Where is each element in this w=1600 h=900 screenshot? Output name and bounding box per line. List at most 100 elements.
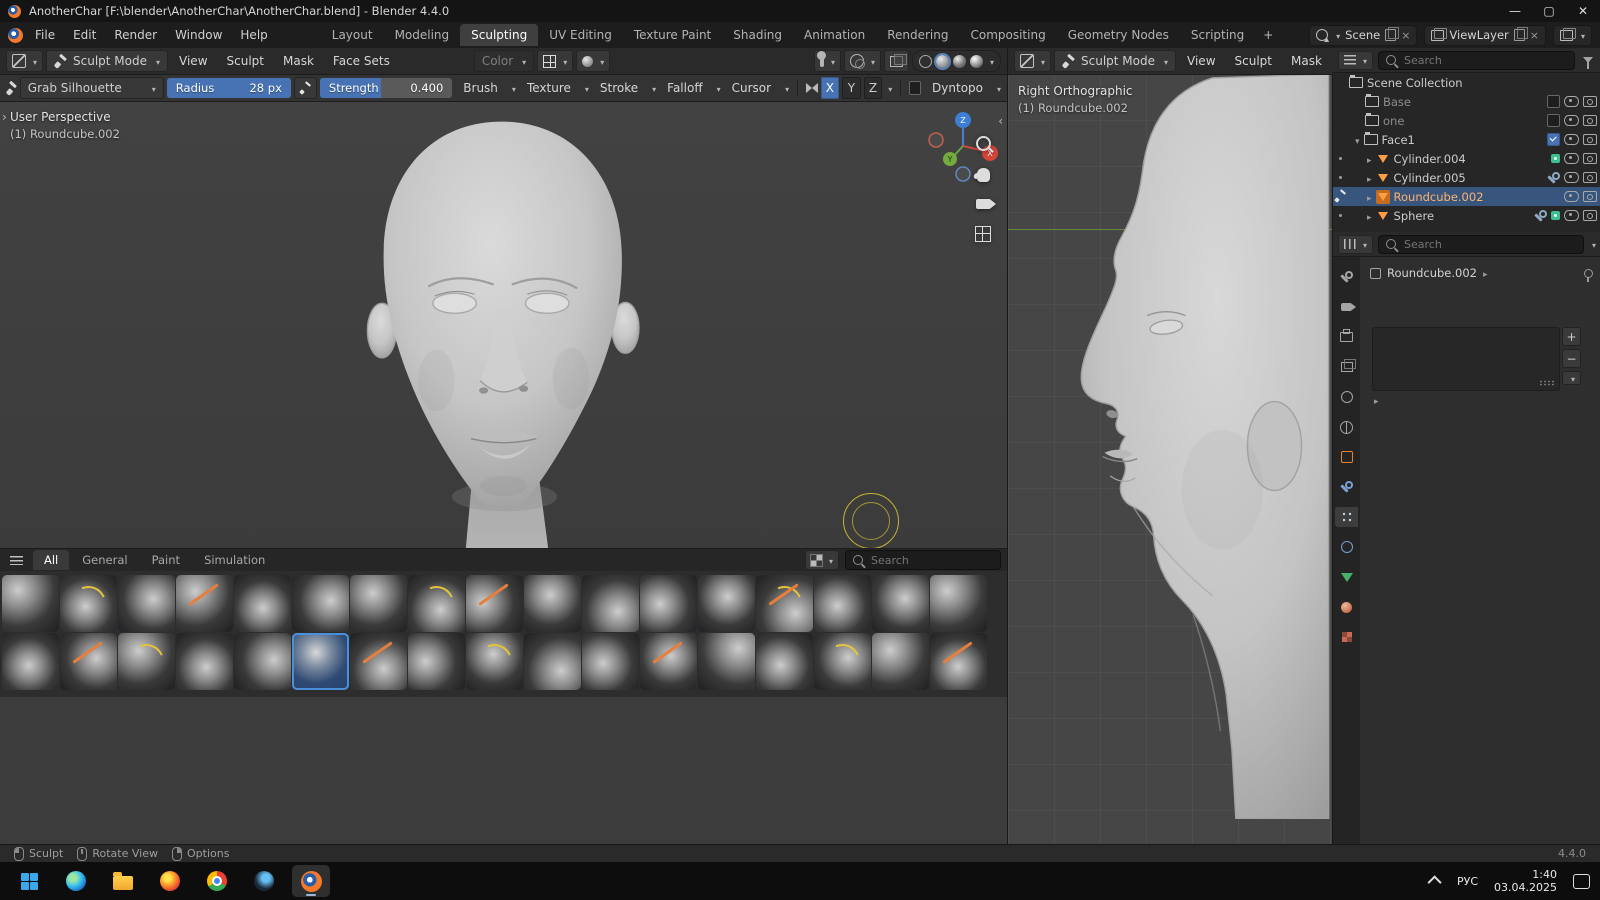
taskbar-firefox[interactable] (151, 865, 189, 897)
taskbar-edge[interactable] (57, 865, 95, 897)
close-button[interactable]: ✕ (1566, 0, 1600, 22)
menu-file[interactable]: File (26, 25, 64, 45)
brush-thumbnail[interactable] (930, 575, 987, 632)
chevron-down-icon[interactable] (1589, 237, 1596, 251)
viewport2-canvas[interactable]: Right Orthographic (1) Roundcube.002 (1008, 74, 1333, 845)
brush-thumbnail[interactable] (582, 633, 639, 690)
brush-thumbnail[interactable] (292, 575, 349, 632)
editor-type-button[interactable] (1338, 235, 1373, 254)
chevron-down-icon[interactable] (885, 81, 892, 95)
radius-slider[interactable]: Radius 28 px (167, 78, 291, 98)
workspace-tab-scripting[interactable]: Scripting (1180, 24, 1255, 46)
menu-mask[interactable]: Mask (275, 51, 322, 71)
sphere-display-button[interactable] (576, 50, 610, 72)
taskbar-explorer[interactable] (104, 865, 142, 897)
brush-thumbnail[interactable] (814, 575, 871, 632)
workspace-tab-sculpting[interactable]: Sculpting (460, 24, 538, 46)
active-brush-icon[interactable] (6, 82, 17, 95)
add-workspace-button[interactable]: + (1255, 26, 1281, 44)
brush-thumbnail[interactable] (756, 575, 813, 632)
brush-thumbnail[interactable] (524, 633, 581, 690)
tab-material[interactable] (1335, 597, 1358, 617)
remove-item-button[interactable]: − (1562, 349, 1581, 368)
wireframe-shading-icon[interactable] (919, 55, 932, 68)
brush-thumbnail[interactable] (2, 633, 59, 690)
rendered-shading-icon[interactable] (970, 55, 983, 68)
exclude-checkbox[interactable] (1547, 114, 1560, 127)
chevron-down-icon[interactable] (987, 54, 994, 68)
properties-search[interactable] (1378, 235, 1584, 254)
disable-render-icon[interactable] (1583, 134, 1597, 145)
brush-thumbnail[interactable] (756, 633, 813, 690)
particle-list-box[interactable] (1372, 327, 1560, 391)
editor-type-button[interactable] (6, 50, 43, 72)
hide-eye-icon[interactable] (1564, 153, 1579, 164)
menu-sculpt[interactable]: Sculpt (219, 51, 272, 71)
strength-slider[interactable]: Strength 0.400 (320, 78, 452, 98)
brush-thumbnail[interactable] (698, 575, 755, 632)
mode-selector[interactable]: Sculpt Mode (46, 50, 168, 72)
chevron-down-icon[interactable] (582, 81, 589, 95)
maximize-button[interactable]: ▢ (1532, 0, 1566, 22)
taskbar-clock[interactable]: 1:40 03.04.2025 (1494, 868, 1557, 894)
unlink-scene-icon[interactable]: × (1401, 29, 1410, 42)
shelf-tab-general[interactable]: General (71, 550, 138, 570)
menu-view[interactable]: View (171, 51, 215, 71)
color-attribute-selector[interactable]: Color (474, 50, 534, 72)
tab-texture[interactable] (1335, 627, 1358, 647)
expand-icon[interactable] (1355, 133, 1360, 147)
tab-particles[interactable] (1335, 507, 1358, 527)
tab-render[interactable] (1335, 297, 1358, 317)
disable-render-icon[interactable] (1583, 172, 1597, 183)
workspace-tab-modeling[interactable]: Modeling (384, 24, 461, 46)
pan-hand-icon[interactable] (977, 168, 990, 182)
outliner-row-one[interactable]: one (1333, 111, 1600, 130)
tab-world[interactable] (1335, 417, 1358, 437)
language-indicator[interactable]: РУС (1457, 875, 1478, 888)
disable-render-icon[interactable] (1583, 191, 1597, 202)
panel-stroke[interactable]: Stroke (592, 78, 646, 98)
workspace-tab-geometry-nodes[interactable]: Geometry Nodes (1057, 24, 1180, 46)
brush-thumbnail[interactable] (640, 633, 697, 690)
start-button[interactable] (10, 865, 48, 897)
disable-render-icon[interactable] (1583, 210, 1597, 221)
panel-texture[interactable]: Texture (519, 78, 579, 98)
outliner-row-scene-collection[interactable]: Scene Collection (1333, 73, 1600, 92)
outliner-row-face1[interactable]: Face1 (1333, 130, 1600, 149)
solid-shading-icon[interactable] (936, 55, 949, 68)
brush-thumbnail[interactable] (118, 633, 175, 690)
chevron-down-icon[interactable] (649, 81, 656, 95)
editor-type-button[interactable] (1338, 51, 1373, 70)
brush-thumbnail[interactable] (872, 575, 929, 632)
hide-eye-icon[interactable] (1564, 115, 1579, 126)
menu-mask[interactable]: Mask (1283, 51, 1330, 71)
brush-thumbnail[interactable] (814, 633, 871, 690)
brush-thumbnail[interactable] (350, 633, 407, 690)
toolbar-expand-chevron[interactable]: › (2, 110, 7, 124)
editor-type-button[interactable] (1014, 50, 1051, 72)
symmetry-x-button[interactable]: X (821, 77, 840, 99)
properties-search-input[interactable] (1402, 237, 1576, 252)
expand-icon[interactable] (1367, 171, 1372, 185)
outliner-row-cylinder-004[interactable]: Cylinder.004 (1333, 149, 1600, 168)
shelf-menu-icon[interactable] (10, 556, 23, 565)
brush-thumbnail[interactable] (234, 575, 291, 632)
mode-selector[interactable]: Sculpt Mode (1054, 50, 1176, 72)
tab-tool[interactable] (1335, 267, 1358, 287)
hide-eye-icon[interactable] (1564, 96, 1579, 107)
minimize-button[interactable]: — (1498, 0, 1532, 22)
disable-render-icon[interactable] (1583, 115, 1597, 126)
taskbar-steam[interactable] (245, 865, 283, 897)
expand-icon[interactable] (1367, 152, 1372, 166)
symmetry-z-button[interactable]: Z (864, 77, 883, 99)
brush-thumbnail[interactable] (234, 633, 291, 690)
breadcrumb-object-name[interactable]: Roundcube.002 (1387, 266, 1477, 280)
shelf-tab-paint[interactable]: Paint (141, 550, 191, 570)
tab-physics[interactable] (1335, 537, 1358, 557)
workspace-tab-uv-editing[interactable]: UV Editing (538, 24, 623, 46)
hide-eye-icon[interactable] (1564, 210, 1579, 221)
taskbar-chrome[interactable] (198, 865, 236, 897)
tab-modifiers[interactable] (1335, 477, 1358, 497)
brush-thumbnail[interactable] (524, 575, 581, 632)
brush-thumbnail[interactable] (408, 575, 465, 632)
